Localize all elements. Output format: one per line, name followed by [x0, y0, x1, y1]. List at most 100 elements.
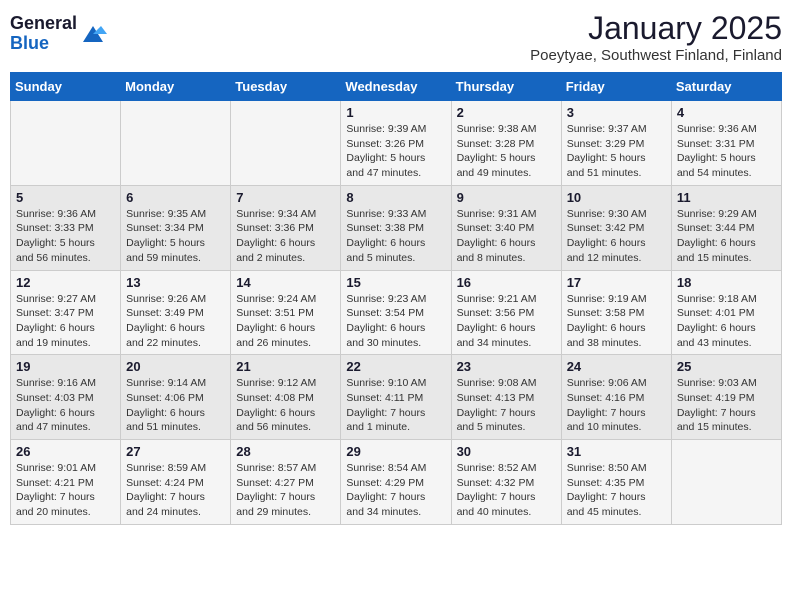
day-info: Sunrise: 8:52 AM Sunset: 4:32 PM Dayligh… — [457, 461, 556, 520]
day-number: 10 — [567, 190, 666, 205]
day-info: Sunrise: 8:57 AM Sunset: 4:27 PM Dayligh… — [236, 461, 335, 520]
calendar-day-29: 29 Sunrise: 8:54 AM Sunset: 4:29 PM Dayli… — [341, 440, 451, 525]
day-info: Sunrise: 9:36 AM Sunset: 3:33 PM Dayligh… — [16, 207, 115, 266]
day-info: Sunrise: 9:30 AM Sunset: 3:42 PM Dayligh… — [567, 207, 666, 266]
day-number: 12 — [16, 275, 115, 290]
calendar-day-24: 24Sunrise: 9:06 AM Sunset: 4:16 PM Dayli… — [561, 355, 671, 440]
day-number: 27 — [126, 444, 225, 459]
day-info: Sunrise: 9:35 AM Sunset: 3:34 PM Dayligh… — [126, 207, 225, 266]
calendar-day-5: 5 Sunrise: 9:36 AM Sunset: 3:33 PM Daylig… — [11, 185, 121, 270]
page-header: General Blue January 2025 Poeytyae, Sout… — [10, 10, 782, 64]
day-number: 24 — [567, 359, 666, 374]
weekday-thursday: Thursday — [451, 73, 561, 101]
day-info: Sunrise: 8:50 AM Sunset: 4:35 PM Dayligh… — [567, 461, 666, 520]
day-number: 2 — [457, 105, 556, 120]
day-number: 22 — [346, 359, 445, 374]
calendar-day-1: 1 Sunrise: 9:39 AM Sunset: 3:26 PM Daylig… — [341, 101, 451, 186]
calendar-week-1: 1 Sunrise: 9:39 AM Sunset: 3:26 PM Daylig… — [11, 101, 782, 186]
calendar-day-6: 6Sunrise: 9:35 AM Sunset: 3:34 PM Daylig… — [121, 185, 231, 270]
calendar-day-27: 27 Sunrise: 8:59 AM Sunset: 4:24 PM Dayli… — [121, 440, 231, 525]
calendar-day-2: 2Sunrise: 9:38 AM Sunset: 3:28 PM Daylig… — [451, 101, 561, 186]
day-number: 9 — [457, 190, 556, 205]
day-number: 5 — [16, 190, 115, 205]
day-info: Sunrise: 9:29 AM Sunset: 3:44 PM Dayligh… — [677, 207, 776, 266]
calendar-day-16: 16 Sunrise: 9:21 AM Sunset: 3:56 PM Dayli… — [451, 270, 561, 355]
day-info: Sunrise: 9:21 AM Sunset: 3:56 PM Dayligh… — [457, 292, 556, 351]
calendar-day-31: 31 Sunrise: 8:50 AM Sunset: 4:35 PM Dayli… — [561, 440, 671, 525]
calendar-day-17: 17 Sunrise: 9:19 AM Sunset: 3:58 PM Dayli… — [561, 270, 671, 355]
logo-text: General Blue — [10, 14, 77, 54]
calendar-day-4: 4Sunrise: 9:36 AM Sunset: 3:31 PM Daylig… — [671, 101, 781, 186]
day-info: Sunrise: 9:12 AM Sunset: 4:08 PM Dayligh… — [236, 376, 335, 435]
day-number: 18 — [677, 275, 776, 290]
calendar-day-26: 26 Sunrise: 9:01 AM Sunset: 4:21 PM Dayli… — [11, 440, 121, 525]
day-number: 21 — [236, 359, 335, 374]
weekday-sunday: Sunday — [11, 73, 121, 101]
calendar-week-2: 5 Sunrise: 9:36 AM Sunset: 3:33 PM Daylig… — [11, 185, 782, 270]
day-number: 16 — [457, 275, 556, 290]
day-info: Sunrise: 9:10 AM Sunset: 4:11 PM Dayligh… — [346, 376, 445, 435]
day-number: 15 — [346, 275, 445, 290]
empty-cell — [671, 440, 781, 525]
weekday-header-row: SundayMondayTuesdayWednesdayThursdayFrid… — [11, 73, 782, 101]
day-number: 3 — [567, 105, 666, 120]
calendar-day-22: 22 Sunrise: 9:10 AM Sunset: 4:11 PM Dayli… — [341, 355, 451, 440]
day-number: 11 — [677, 190, 776, 205]
title-block: January 2025 Poeytyae, Southwest Finland… — [530, 10, 782, 64]
calendar-table: SundayMondayTuesdayWednesdayThursdayFrid… — [10, 72, 782, 525]
day-info: Sunrise: 9:24 AM Sunset: 3:51 PM Dayligh… — [236, 292, 335, 351]
weekday-saturday: Saturday — [671, 73, 781, 101]
day-info: Sunrise: 9:08 AM Sunset: 4:13 PM Dayligh… — [457, 376, 556, 435]
calendar-day-9: 9Sunrise: 9:31 AM Sunset: 3:40 PM Daylig… — [451, 185, 561, 270]
day-number: 14 — [236, 275, 335, 290]
calendar-day-15: 15Sunrise: 9:23 AM Sunset: 3:54 PM Dayli… — [341, 270, 451, 355]
day-number: 1 — [346, 105, 445, 120]
day-info: Sunrise: 9:03 AM Sunset: 4:19 PM Dayligh… — [677, 376, 776, 435]
calendar-day-25: 25 Sunrise: 9:03 AM Sunset: 4:19 PM Dayli… — [671, 355, 781, 440]
day-info: Sunrise: 8:59 AM Sunset: 4:24 PM Dayligh… — [126, 461, 225, 520]
day-number: 26 — [16, 444, 115, 459]
calendar-day-30: 30Sunrise: 8:52 AM Sunset: 4:32 PM Dayli… — [451, 440, 561, 525]
calendar-week-5: 26 Sunrise: 9:01 AM Sunset: 4:21 PM Dayli… — [11, 440, 782, 525]
day-number: 23 — [457, 359, 556, 374]
day-info: Sunrise: 9:39 AM Sunset: 3:26 PM Dayligh… — [346, 122, 445, 181]
calendar-day-12: 12Sunrise: 9:27 AM Sunset: 3:47 PM Dayli… — [11, 270, 121, 355]
calendar-day-18: 18 Sunrise: 9:18 AM Sunset: 4:01 PM Dayli… — [671, 270, 781, 355]
day-info: Sunrise: 9:36 AM Sunset: 3:31 PM Dayligh… — [677, 122, 776, 181]
calendar-day-28: 28 Sunrise: 8:57 AM Sunset: 4:27 PM Dayli… — [231, 440, 341, 525]
day-number: 20 — [126, 359, 225, 374]
day-number: 31 — [567, 444, 666, 459]
weekday-tuesday: Tuesday — [231, 73, 341, 101]
calendar-day-13: 13Sunrise: 9:26 AM Sunset: 3:49 PM Dayli… — [121, 270, 231, 355]
calendar-day-19: 19 Sunrise: 9:16 AM Sunset: 4:03 PM Dayli… — [11, 355, 121, 440]
logo-general: General — [10, 14, 77, 34]
day-number: 19 — [16, 359, 115, 374]
day-info: Sunrise: 9:37 AM Sunset: 3:29 PM Dayligh… — [567, 122, 666, 181]
day-number: 8 — [346, 190, 445, 205]
calendar-day-3: 3 Sunrise: 9:37 AM Sunset: 3:29 PM Daylig… — [561, 101, 671, 186]
day-number: 25 — [677, 359, 776, 374]
calendar-week-4: 19 Sunrise: 9:16 AM Sunset: 4:03 PM Dayli… — [11, 355, 782, 440]
logo-icon — [79, 20, 107, 48]
logo: General Blue — [10, 14, 107, 54]
day-info: Sunrise: 9:26 AM Sunset: 3:49 PM Dayligh… — [126, 292, 225, 351]
day-info: Sunrise: 9:33 AM Sunset: 3:38 PM Dayligh… — [346, 207, 445, 266]
calendar-day-23: 23 Sunrise: 9:08 AM Sunset: 4:13 PM Dayli… — [451, 355, 561, 440]
day-info: Sunrise: 9:18 AM Sunset: 4:01 PM Dayligh… — [677, 292, 776, 351]
calendar-day-10: 10 Sunrise: 9:30 AM Sunset: 3:42 PM Dayli… — [561, 185, 671, 270]
day-number: 28 — [236, 444, 335, 459]
location: Poeytyae, Southwest Finland, Finland — [530, 47, 782, 64]
day-number: 17 — [567, 275, 666, 290]
day-number: 7 — [236, 190, 335, 205]
day-info: Sunrise: 9:14 AM Sunset: 4:06 PM Dayligh… — [126, 376, 225, 435]
month-title: January 2025 — [530, 10, 782, 47]
day-info: Sunrise: 9:01 AM Sunset: 4:21 PM Dayligh… — [16, 461, 115, 520]
calendar-day-20: 20 Sunrise: 9:14 AM Sunset: 4:06 PM Dayli… — [121, 355, 231, 440]
empty-cell — [121, 101, 231, 186]
day-info: Sunrise: 9:16 AM Sunset: 4:03 PM Dayligh… — [16, 376, 115, 435]
day-info: Sunrise: 9:19 AM Sunset: 3:58 PM Dayligh… — [567, 292, 666, 351]
day-number: 29 — [346, 444, 445, 459]
weekday-wednesday: Wednesday — [341, 73, 451, 101]
day-info: Sunrise: 8:54 AM Sunset: 4:29 PM Dayligh… — [346, 461, 445, 520]
logo-blue: Blue — [10, 34, 77, 54]
